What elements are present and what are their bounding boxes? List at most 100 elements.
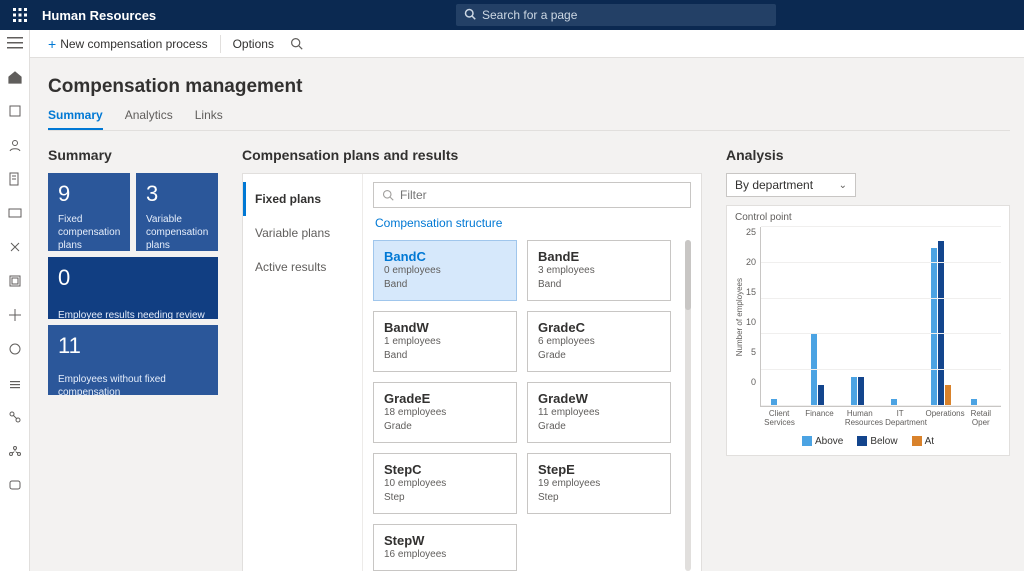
plan-card-type: Band xyxy=(538,278,660,292)
compensation-structure-link[interactable]: Compensation structure xyxy=(375,216,691,230)
plan-card[interactable]: GradeW 11 employees Grade xyxy=(527,382,671,443)
app-name: Human Resources xyxy=(42,8,156,23)
nav-icon-9[interactable] xyxy=(6,374,24,392)
options-label: Options xyxy=(233,37,274,51)
nav-icon-2[interactable] xyxy=(6,136,24,154)
nav-icon-12[interactable] xyxy=(6,476,24,494)
plan-card-name: StepC xyxy=(384,462,506,477)
main-content: Compensation management Summary Analytic… xyxy=(30,58,1024,571)
plans-title: Compensation plans and results xyxy=(242,147,702,163)
search-input[interactable] xyxy=(482,8,768,22)
tile-results-review[interactable]: 0 Employee results needing review xyxy=(48,257,218,319)
plan-card[interactable]: StepW 16 employees xyxy=(373,524,517,571)
plan-tab-active-results[interactable]: Active results xyxy=(243,250,362,284)
chart-y-label: Number of employees xyxy=(735,278,744,356)
analysis-section: Analysis By department ⌄ Control point N… xyxy=(726,147,1010,456)
chart-legend: Above Below At xyxy=(735,436,1001,447)
plan-card-employees: 0 employees xyxy=(384,264,506,278)
plan-card-name: GradeW xyxy=(538,391,660,406)
global-search[interactable] xyxy=(456,4,776,26)
tile-number: 9 xyxy=(58,181,120,207)
analysis-dropdown[interactable]: By department ⌄ xyxy=(726,173,856,197)
plan-tab-variable[interactable]: Variable plans xyxy=(243,216,362,250)
tab-links[interactable]: Links xyxy=(195,108,223,130)
chart-bar xyxy=(818,385,824,406)
plan-category-tabs: Fixed plans Variable plans Active result… xyxy=(243,174,363,571)
nav-icon-4[interactable] xyxy=(6,204,24,222)
summary-section: Summary 9 Fixed compensation plans 3 Var… xyxy=(48,147,218,395)
plan-card[interactable]: BandC 0 employees Band xyxy=(373,240,517,301)
plan-card-type: Step xyxy=(384,491,506,505)
tile-label: Employee results needing review xyxy=(58,309,208,322)
nav-icon-8[interactable] xyxy=(6,340,24,358)
bar-group xyxy=(966,227,996,406)
nav-icon-1[interactable] xyxy=(6,102,24,120)
plan-card-employees: 1 employees xyxy=(384,335,506,349)
legend-at: At xyxy=(912,436,934,447)
nav-icon-3[interactable] xyxy=(6,170,24,188)
chart-bar xyxy=(945,385,951,406)
chart-bar xyxy=(931,248,937,406)
legend-below: Below xyxy=(857,436,897,447)
tile-number: 3 xyxy=(146,181,208,207)
search-action-button[interactable] xyxy=(282,30,311,57)
home-icon[interactable] xyxy=(6,68,24,86)
tile-label: Fixed compensation plans xyxy=(58,213,120,252)
dropdown-value: By department xyxy=(735,178,813,192)
nav-icon-5[interactable] xyxy=(6,238,24,256)
options-button[interactable]: Options xyxy=(225,30,282,57)
tile-without-fixed[interactable]: 11 Employees without fixed compensation xyxy=(48,325,218,395)
plan-card[interactable]: StepC 10 employees Step xyxy=(373,453,517,514)
app-launcher-icon[interactable] xyxy=(8,3,32,27)
tile-number: 0 xyxy=(58,265,208,291)
plus-icon: + xyxy=(48,36,56,52)
chart-bar xyxy=(811,334,817,406)
plan-card[interactable]: StepE 19 employees Step xyxy=(527,453,671,514)
tab-analytics[interactable]: Analytics xyxy=(125,108,173,130)
nav-icon-7[interactable] xyxy=(6,306,24,324)
plan-card-employees: 6 employees xyxy=(538,335,660,349)
bar-group xyxy=(926,227,956,406)
nav-icon-10[interactable] xyxy=(6,408,24,426)
tab-summary[interactable]: Summary xyxy=(48,108,103,130)
search-icon xyxy=(382,189,394,201)
tile-label: Variable compensation plans xyxy=(146,213,208,252)
filter-box[interactable] xyxy=(373,182,691,208)
plan-card[interactable]: BandW 1 employees Band xyxy=(373,311,517,372)
plan-card-type: Grade xyxy=(384,420,506,434)
legend-above: Above xyxy=(802,436,843,447)
top-bar: Human Resources xyxy=(0,0,1024,30)
plan-tab-fixed[interactable]: Fixed plans xyxy=(243,182,362,216)
new-compensation-process-button[interactable]: + New compensation process xyxy=(40,30,216,57)
analysis-title: Analysis xyxy=(726,147,1010,163)
page-title: Compensation management xyxy=(48,76,1010,98)
plan-card[interactable]: GradeE 18 employees Grade xyxy=(373,382,517,443)
plan-card-employees: 16 employees xyxy=(384,548,506,562)
plan-card-type: Band xyxy=(384,278,506,292)
chart-bar xyxy=(851,377,857,406)
tile-fixed-plans[interactable]: 9 Fixed compensation plans xyxy=(48,173,130,251)
chart-bar xyxy=(938,241,944,406)
plan-card-employees: 11 employees xyxy=(538,406,660,420)
plan-card[interactable]: GradeC 6 employees Grade xyxy=(527,311,671,372)
filter-input[interactable] xyxy=(400,188,682,202)
cards-scrollbar[interactable] xyxy=(685,240,691,571)
plan-card-name: BandE xyxy=(538,249,660,264)
plan-card-type: Step xyxy=(538,491,660,505)
menu-icon[interactable] xyxy=(6,34,24,52)
plan-card-name: BandW xyxy=(384,320,506,335)
plan-card-employees: 19 employees xyxy=(538,477,660,491)
chart-x-axis: Client ServicesFinanceHuman ResourcesIT … xyxy=(759,410,1001,428)
tile-variable-plans[interactable]: 3 Variable compensation plans xyxy=(136,173,218,251)
plan-card-type: Band xyxy=(384,349,506,363)
plan-card-type: Grade xyxy=(538,349,660,363)
plan-card-type: Grade xyxy=(538,420,660,434)
tile-number: 11 xyxy=(58,333,208,359)
chart-plot-area xyxy=(760,227,1001,407)
nav-icon-6[interactable] xyxy=(6,272,24,290)
plan-card-employees: 10 employees xyxy=(384,477,506,491)
plan-card-employees: 18 employees xyxy=(384,406,506,420)
nav-icon-11[interactable] xyxy=(6,442,24,460)
plan-card[interactable]: BandE 3 employees Band xyxy=(527,240,671,301)
new-process-label: New compensation process xyxy=(60,37,207,51)
